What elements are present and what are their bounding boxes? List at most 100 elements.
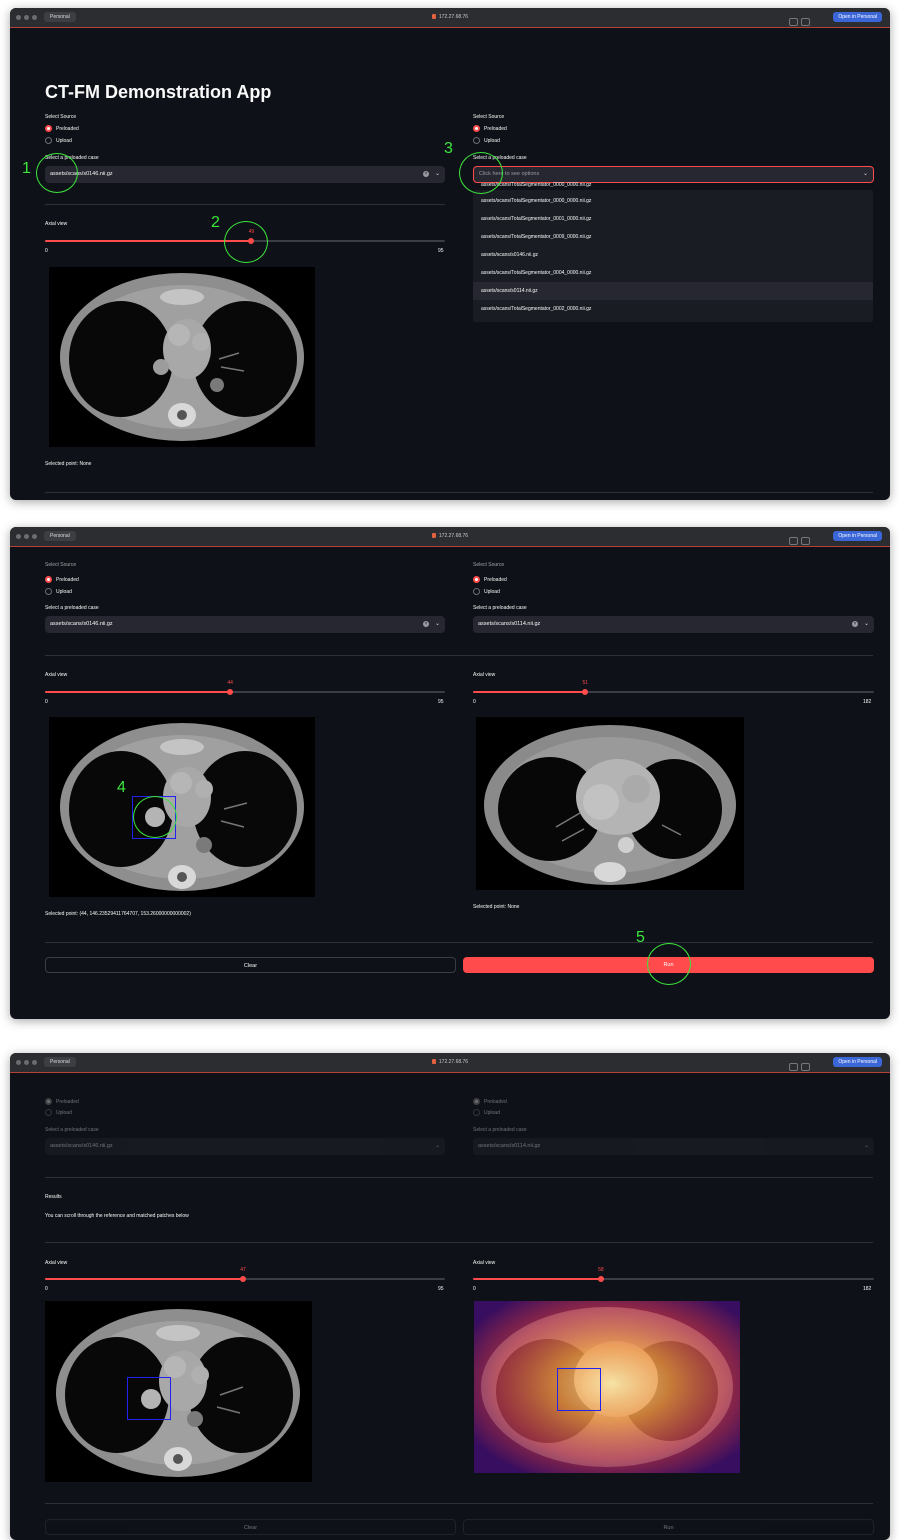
- slider-thumb[interactable]: [227, 689, 234, 695]
- axial-view-label-right: Axial view: [473, 672, 496, 678]
- dropdown-option[interactable]: assets/scans/s0146.nii.gz: [473, 246, 873, 264]
- axial-slider-right[interactable]: 51: [473, 680, 874, 695]
- toolbar-icons[interactable]: [786, 13, 810, 26]
- clear-button[interactable]: Clear: [45, 1519, 456, 1535]
- select-source-label-right: Select Source: [473, 114, 505, 120]
- radio-upload-right[interactable]: [473, 588, 480, 595]
- divider: [45, 655, 873, 656]
- open-in-button[interactable]: Open in Personal: [833, 1057, 882, 1067]
- radio-preloaded-right[interactable]: [473, 1098, 480, 1105]
- open-in-button[interactable]: Open in Personal: [833, 531, 882, 541]
- radio-preloaded-label: Preloaded: [56, 126, 79, 132]
- axial-slider-right[interactable]: 58: [473, 1267, 874, 1282]
- selected-point-left: Selected point: (44, 146.23529411764707,…: [45, 911, 191, 917]
- case-select-right[interactable]: assets/scans/s0114.nii.gz ⌄: [473, 1138, 874, 1155]
- ct-image-matched-heatmap[interactable]: [474, 1301, 740, 1473]
- divider: [45, 942, 873, 943]
- callout-circle-5: [647, 943, 691, 985]
- dropdown-option[interactable]: assets/scans/TotalSegmentator_0001_0000.…: [473, 210, 873, 228]
- case-dropdown-menu[interactable]: assets/scans/TotalSegmentator_0000_0000.…: [473, 182, 873, 322]
- run-button[interactable]: Run: [463, 1519, 874, 1535]
- case-select-left[interactable]: assets/scans/s0146.nii.gz × ⌄: [45, 166, 445, 183]
- select-case-label-right: Select a preloaded case: [473, 1127, 527, 1133]
- callout-number-3: 3: [444, 140, 453, 157]
- callout-circle-4: [133, 796, 177, 838]
- select-case-label: Select a preloaded case: [45, 605, 99, 611]
- browser-titlebar: Personal 172.27.68.76 Open in Personal: [10, 1053, 890, 1073]
- select-source-label-right: Select Source: [473, 562, 505, 566]
- dropdown-option[interactable]: assets/scans/TotalSegmentator_0002_0000.…: [473, 300, 873, 318]
- radio-upload[interactable]: [45, 588, 52, 595]
- browser-window-step-2: Personal 172.27.68.76 Open in Personal S…: [10, 527, 890, 1019]
- chevron-down-icon[interactable]: ⌄: [435, 166, 440, 183]
- case-select-right[interactable]: assets/scans/s0114.nii.gz × ⌄: [473, 616, 874, 633]
- clear-selection-icon[interactable]: ×: [423, 171, 429, 177]
- divider: [45, 492, 873, 493]
- dropdown-option[interactable]: assets/scans/TotalSegmentator_0000_0000.…: [473, 192, 873, 210]
- clear-selection-icon[interactable]: ×: [423, 621, 429, 627]
- ct-image-right[interactable]: [476, 717, 744, 890]
- clear-selection-icon[interactable]: ×: [852, 621, 858, 627]
- radio-preloaded[interactable]: [45, 1098, 52, 1105]
- case-select-value: assets/scans/s0114.nii.gz: [478, 621, 541, 627]
- radio-upload[interactable]: [45, 1109, 52, 1116]
- browser-window-step-3: Personal 172.27.68.76 Open in Personal P…: [10, 1053, 890, 1540]
- radio-preloaded-label: Preloaded: [56, 1099, 79, 1105]
- slider-min: 0: [45, 248, 48, 254]
- case-select-value: assets/scans/s0146.nii.gz: [50, 1143, 113, 1149]
- url-bar[interactable]: 172.27.68.76: [10, 531, 890, 541]
- slider-fill: [45, 691, 231, 693]
- slider-thumb[interactable]: [582, 689, 589, 695]
- slider-fill: [473, 1278, 601, 1280]
- select-case-label: Select a preloaded case: [45, 1127, 99, 1133]
- radio-upload-right[interactable]: [473, 1109, 480, 1116]
- chevron-down-icon[interactable]: ⌄: [864, 1138, 869, 1155]
- radio-preloaded[interactable]: [45, 125, 52, 132]
- page-title: CT-FM Demonstration App: [45, 82, 272, 102]
- slider-thumb[interactable]: [240, 1276, 246, 1282]
- slider-value: 47: [240, 1267, 246, 1273]
- chevron-down-icon[interactable]: ⌄: [863, 167, 868, 182]
- toolbar-icons[interactable]: [786, 1058, 810, 1071]
- dropdown-option-highlighted[interactable]: assets/scans/s0114.nii.gz: [473, 282, 873, 300]
- slider-value: 44: [227, 680, 233, 686]
- ct-image-left[interactable]: [49, 717, 315, 897]
- slider-max: 182: [863, 1286, 872, 1292]
- url-bar[interactable]: 172.27.68.76: [10, 1057, 890, 1067]
- callout-circle-3: [459, 152, 503, 194]
- chevron-down-icon[interactable]: ⌄: [864, 616, 869, 633]
- slider-min: 0: [45, 699, 48, 705]
- dropdown-option-partial[interactable]: assets/scans/TotalSegmentator_0000_0000.…: [473, 181, 873, 190]
- dropdown-option[interactable]: assets/scans/TotalSegmentator_0009_0000.…: [473, 228, 873, 246]
- open-in-button[interactable]: Open in Personal: [833, 12, 882, 22]
- radio-upload-label-right: Upload: [484, 1110, 500, 1116]
- chevron-down-icon[interactable]: ⌄: [435, 1138, 440, 1155]
- callout-number-4: 4: [117, 779, 126, 796]
- slider-fill: [473, 691, 586, 693]
- chevron-down-icon[interactable]: ⌄: [435, 616, 440, 633]
- radio-upload-right[interactable]: [473, 137, 480, 144]
- slider-thumb[interactable]: [597, 1276, 604, 1282]
- callout-number-1: 1: [22, 160, 31, 177]
- radio-preloaded-right[interactable]: [473, 576, 480, 583]
- axial-slider-left[interactable]: 47: [45, 1267, 445, 1282]
- radio-upload[interactable]: [45, 137, 52, 144]
- selected-point-right: Selected point: None: [473, 904, 520, 910]
- ct-image-left[interactable]: [49, 267, 315, 447]
- radio-preloaded-label-right: Preloaded: [484, 1099, 507, 1105]
- toolbar-icons[interactable]: [786, 532, 810, 545]
- url-bar[interactable]: 172.27.68.76: [10, 12, 890, 22]
- clear-button[interactable]: Clear: [45, 957, 456, 973]
- axial-slider-left[interactable]: 44: [45, 680, 445, 695]
- slider-max: 95: [438, 1286, 444, 1292]
- dropdown-option[interactable]: assets/scans/TotalSegmentator_0004_0000.…: [473, 264, 873, 282]
- callout-number-5: 5: [636, 929, 645, 946]
- case-select-left[interactable]: assets/scans/s0146.nii.gz ⌄: [45, 1138, 445, 1155]
- case-select-left[interactable]: assets/scans/s0146.nii.gz × ⌄: [45, 616, 445, 633]
- radio-upload-label-right: Upload: [484, 138, 500, 144]
- radio-preloaded[interactable]: [45, 576, 52, 583]
- ct-image-reference[interactable]: [45, 1301, 312, 1482]
- slider-value: 58: [598, 1267, 604, 1273]
- callout-circle-1: [36, 153, 78, 193]
- radio-preloaded-right[interactable]: [473, 125, 480, 132]
